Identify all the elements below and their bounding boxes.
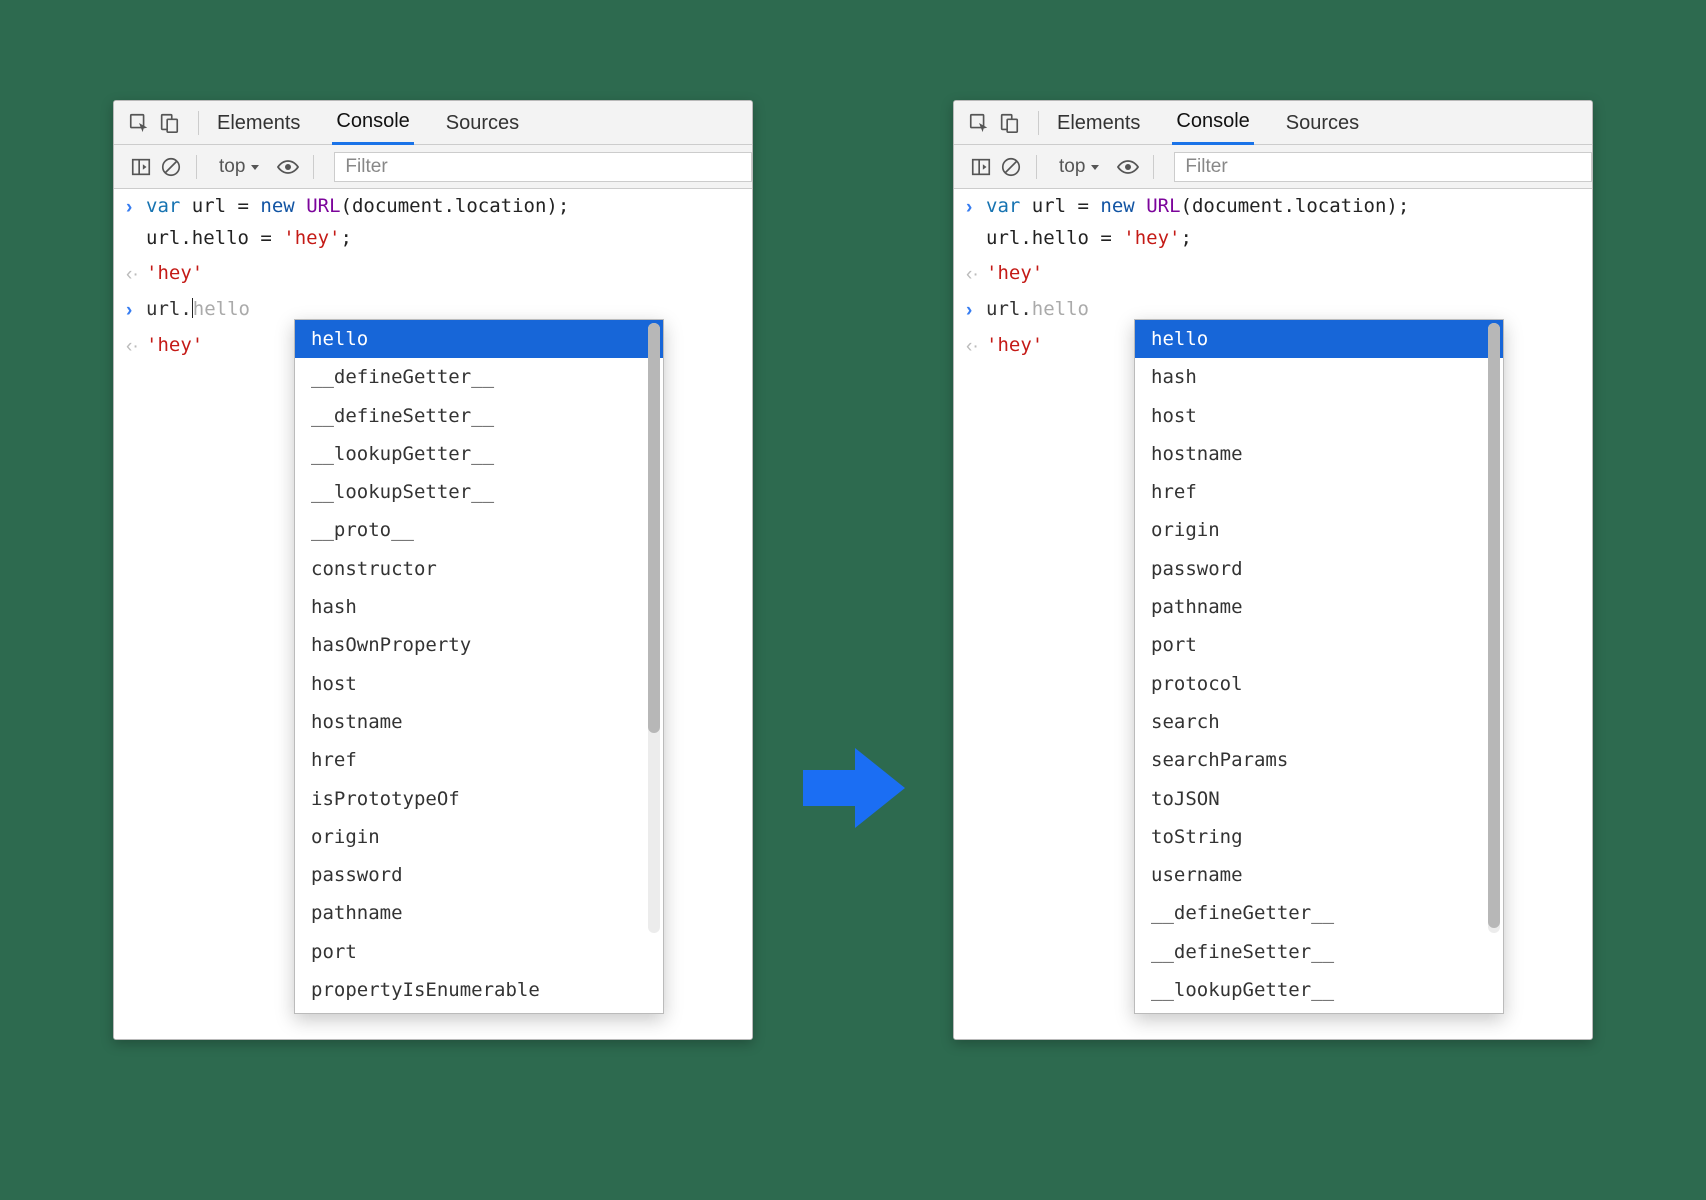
tab-sources[interactable]: Sources xyxy=(442,102,523,144)
autocomplete-item[interactable]: __defineSetter__ xyxy=(295,397,663,435)
autocomplete-item[interactable]: search xyxy=(1135,703,1503,741)
clear-console-icon[interactable] xyxy=(156,152,186,182)
autocomplete-item[interactable]: href xyxy=(295,741,663,779)
console-body[interactable]: › var url = new URL(document.location); … xyxy=(954,189,1592,1039)
console-input-row: › var url = new URL(document.location); … xyxy=(954,189,1592,256)
autocomplete-item[interactable]: host xyxy=(295,665,663,703)
autocomplete-item[interactable]: password xyxy=(1135,550,1503,588)
autocomplete-item[interactable]: origin xyxy=(295,818,663,856)
tab-console[interactable]: Console xyxy=(332,100,413,145)
inspect-icon[interactable] xyxy=(124,108,154,138)
autocomplete-item[interactable]: hostname xyxy=(1135,435,1503,473)
autocomplete-item[interactable]: host xyxy=(1135,397,1503,435)
autocomplete-item[interactable]: isPrototypeOf xyxy=(295,780,663,818)
autocomplete-item[interactable]: hello xyxy=(1135,320,1503,358)
clear-console-icon[interactable] xyxy=(996,152,1026,182)
scrollbar-thumb[interactable] xyxy=(648,323,660,733)
autocomplete-item[interactable]: port xyxy=(295,933,663,971)
autocomplete-item[interactable]: __defineSetter__ xyxy=(1135,933,1503,971)
autocomplete-item[interactable]: __defineGetter__ xyxy=(1135,894,1503,932)
tabs: Elements Console Sources xyxy=(213,100,523,145)
autocomplete-item[interactable]: searchParams xyxy=(1135,741,1503,779)
output-arrow-icon: ‹· xyxy=(966,336,979,357)
autocomplete-item[interactable]: __lookupGetter__ xyxy=(295,435,663,473)
tab-elements[interactable]: Elements xyxy=(213,102,304,144)
context-selector[interactable]: top xyxy=(1053,156,1107,178)
tab-sources[interactable]: Sources xyxy=(1282,102,1363,144)
console-input-row: › var url = new URL(document.location); … xyxy=(114,189,752,256)
autocomplete-item[interactable]: href xyxy=(1135,473,1503,511)
autocomplete-item[interactable]: hostname xyxy=(295,703,663,741)
separator xyxy=(313,155,314,179)
separator xyxy=(1038,111,1039,135)
code: var url = new URL(document.location); ur… xyxy=(986,190,1582,255)
chevron-down-icon xyxy=(1089,161,1101,173)
tabs: Elements Console Sources xyxy=(1053,100,1363,145)
toolbar: Elements Console Sources xyxy=(954,101,1592,145)
arrow-right-icon xyxy=(793,728,913,853)
toolbar: Elements Console Sources xyxy=(114,101,752,145)
tab-elements[interactable]: Elements xyxy=(1053,102,1144,144)
autocomplete-item[interactable]: toString xyxy=(1135,818,1503,856)
device-toggle-icon[interactable] xyxy=(154,108,184,138)
device-toggle-icon[interactable] xyxy=(994,108,1024,138)
separator xyxy=(1153,155,1154,179)
autocomplete-item[interactable]: protocol xyxy=(1135,665,1503,703)
autocomplete-item[interactable]: hello xyxy=(295,320,663,358)
console-filter-row: top Filter xyxy=(954,145,1592,189)
result: 'hey' xyxy=(146,257,742,289)
context-label: top xyxy=(219,156,245,178)
sidebar-toggle-icon[interactable] xyxy=(966,152,996,182)
autocomplete-item[interactable]: propertyIsEnumerable xyxy=(295,971,663,1009)
context-selector[interactable]: top xyxy=(213,156,267,178)
filter-placeholder: Filter xyxy=(1185,156,1227,178)
input-arrow-icon: › xyxy=(966,300,972,321)
devtools-panel-right: Elements Console Sources top Filter › va… xyxy=(953,100,1593,1040)
console-output-row: ‹· 'hey' xyxy=(114,256,752,292)
output-arrow-icon: ‹· xyxy=(966,264,979,285)
autocomplete-dropdown[interactable]: hellohashhosthostnamehreforiginpasswordp… xyxy=(1134,319,1504,1014)
autocomplete-item[interactable]: __lookupSetter__ xyxy=(295,473,663,511)
autocomplete-item[interactable]: hash xyxy=(295,588,663,626)
filter-placeholder: Filter xyxy=(345,156,387,178)
tab-console[interactable]: Console xyxy=(1172,100,1253,145)
autocomplete-item[interactable]: __lookupGetter__ xyxy=(1135,971,1503,1009)
autocomplete-item[interactable]: __proto__ xyxy=(295,511,663,549)
separator xyxy=(196,155,197,179)
autocomplete-item[interactable]: toJSON xyxy=(1135,780,1503,818)
inspect-icon[interactable] xyxy=(964,108,994,138)
autocomplete-item[interactable]: hasOwnProperty xyxy=(295,626,663,664)
autocomplete-item[interactable]: __defineGetter__ xyxy=(295,358,663,396)
autocomplete-item[interactable]: username xyxy=(1135,856,1503,894)
eye-icon[interactable] xyxy=(1113,152,1143,182)
autocomplete-item[interactable]: pathname xyxy=(295,894,663,932)
sidebar-toggle-icon[interactable] xyxy=(126,152,156,182)
autocomplete-item[interactable]: port xyxy=(1135,626,1503,664)
devtools-panel-left: Elements Console Sources top Filter › va… xyxy=(113,100,753,1040)
filter-input[interactable]: Filter xyxy=(334,152,752,182)
context-label: top xyxy=(1059,156,1085,178)
console-body[interactable]: › var url = new URL(document.location); … xyxy=(114,189,752,1039)
separator xyxy=(1036,155,1037,179)
chevron-down-icon xyxy=(249,161,261,173)
autocomplete-item[interactable]: hash xyxy=(1135,358,1503,396)
output-arrow-icon: ‹· xyxy=(126,336,139,357)
code: var url = new URL(document.location); ur… xyxy=(146,190,742,255)
scrollbar-thumb[interactable] xyxy=(1488,323,1500,928)
console-filter-row: top Filter xyxy=(114,145,752,189)
console-output-row: ‹· 'hey' xyxy=(954,256,1592,292)
input-arrow-icon: › xyxy=(126,300,132,321)
autocomplete-item[interactable]: constructor xyxy=(295,550,663,588)
filter-input[interactable]: Filter xyxy=(1174,152,1592,182)
input-arrow-icon: › xyxy=(966,197,972,218)
input-arrow-icon: › xyxy=(126,197,132,218)
eye-icon[interactable] xyxy=(273,152,303,182)
autocomplete-item[interactable]: password xyxy=(295,856,663,894)
output-arrow-icon: ‹· xyxy=(126,264,139,285)
autocomplete-item[interactable]: origin xyxy=(1135,511,1503,549)
autocomplete-item[interactable]: pathname xyxy=(1135,588,1503,626)
separator xyxy=(198,111,199,135)
autocomplete-dropdown[interactable]: hello__defineGetter____defineSetter____l… xyxy=(294,319,664,1014)
result: 'hey' xyxy=(986,257,1582,289)
